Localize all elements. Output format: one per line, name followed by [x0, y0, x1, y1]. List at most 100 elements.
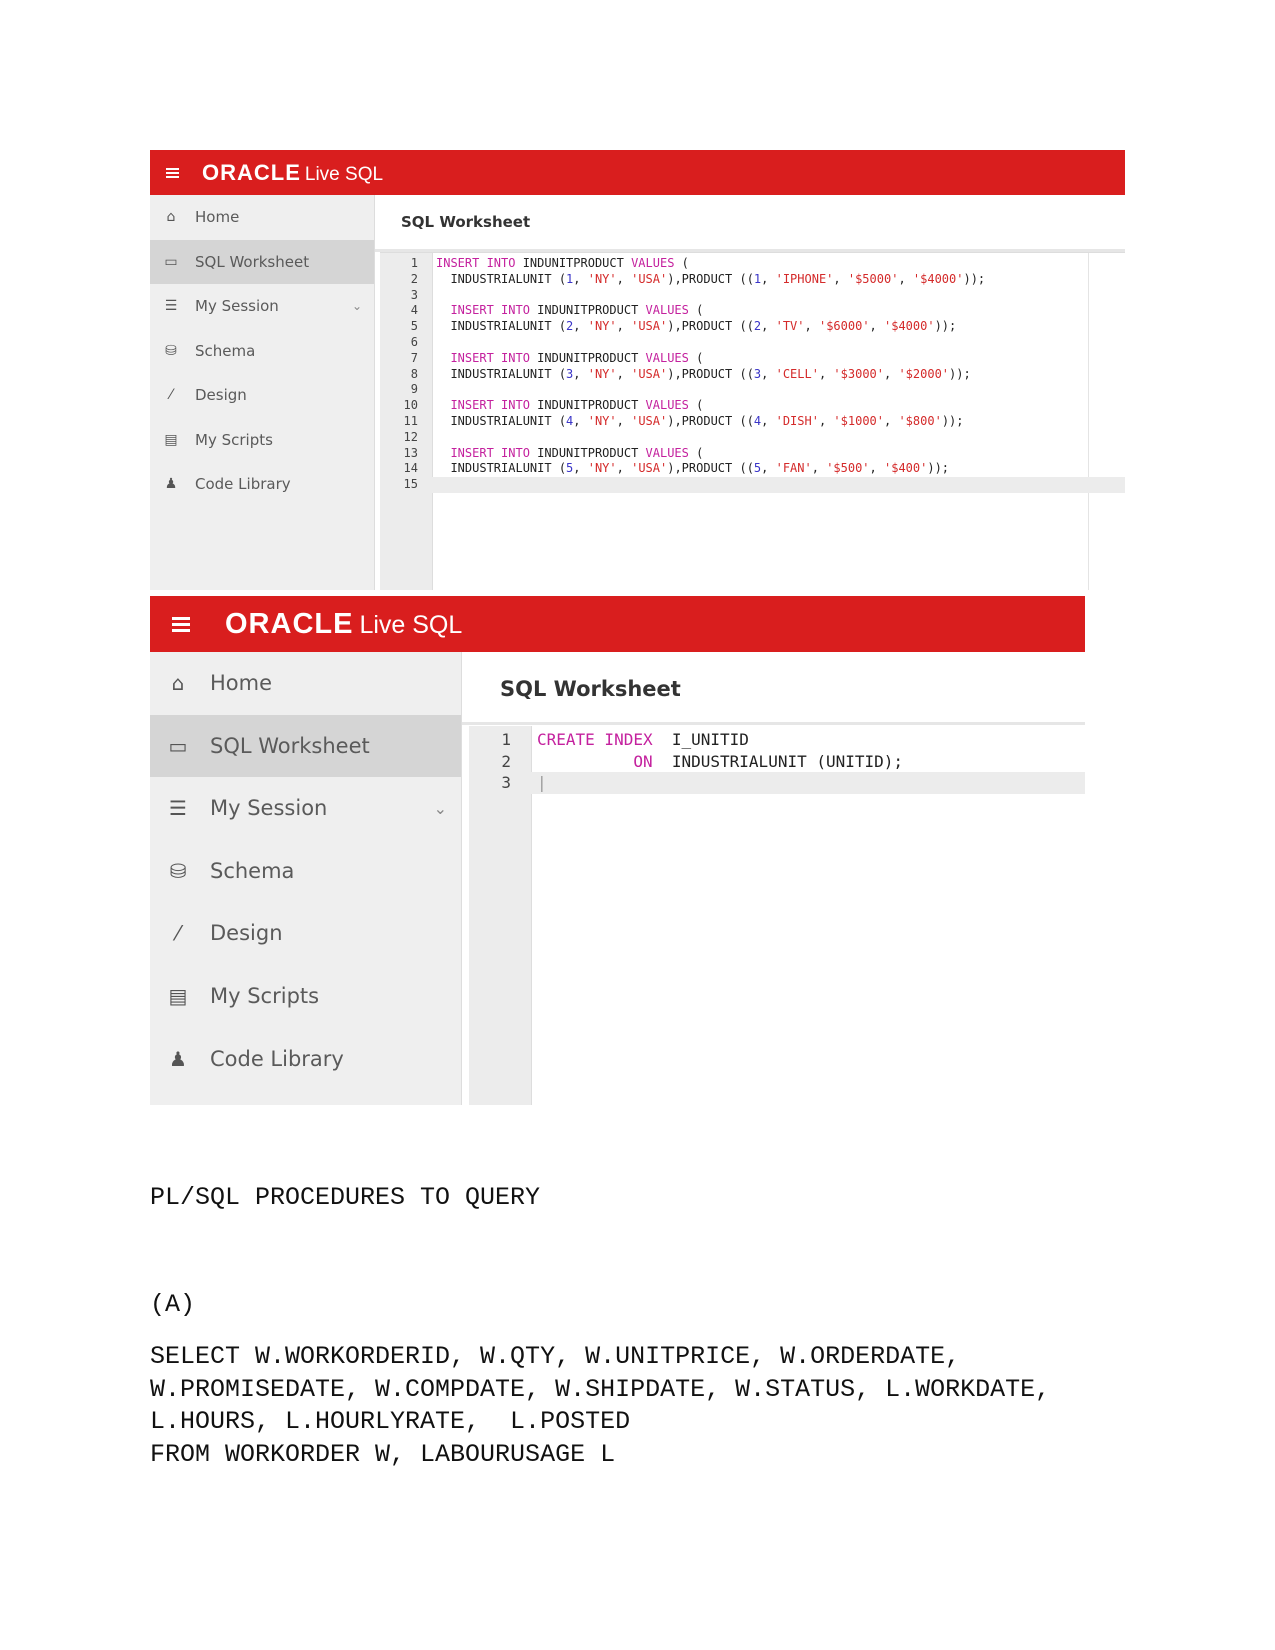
code-token: ),PRODUCT ((	[667, 271, 754, 286]
sidebar-item-home[interactable]: ⌂ Home	[150, 195, 374, 239]
line-number: 1	[501, 730, 511, 749]
sql-editor[interactable]: 1 INSERT INTO INDUNITPRODUCT VALUES (2 IN…	[380, 252, 1125, 590]
code-line: 15	[380, 477, 1125, 493]
line-number: 3	[501, 773, 511, 792]
sidebar-item-label: Home	[210, 671, 273, 695]
code-token: ),PRODUCT ((	[667, 414, 754, 428]
users-icon: ♟	[164, 476, 178, 492]
chevron-down-icon[interactable]: ⌄	[434, 799, 447, 818]
sidebar-item-schema[interactable]: ⛁ Schema	[150, 840, 461, 902]
code-token: INDUSTRIALUNIT (UNITID);	[652, 751, 904, 771]
sidebar-item-my-scripts[interactable]: ▤ My Scripts	[150, 418, 374, 462]
line-number: 12	[403, 429, 418, 444]
code-token: ,	[804, 319, 819, 334]
sidebar-item-code-library[interactable]: ♟ Code Library	[150, 1028, 461, 1090]
sidebar-item-sql-worksheet[interactable]: ▭ SQL Worksheet	[150, 714, 461, 777]
home-icon: ⌂	[166, 209, 176, 225]
sql-line: SELECT W.WORKORDERID, W.QTY, W.UNITPRICE…	[150, 1342, 961, 1371]
database-icon: ⛁	[165, 342, 177, 359]
code-token: INDUNITPRODUCT	[529, 398, 646, 413]
sidebar-item-design[interactable]: ⁄ Design	[150, 902, 461, 964]
code-token: INSERT INTO	[436, 256, 516, 270]
line-number: 2	[410, 271, 418, 286]
line-number: 7	[410, 350, 418, 365]
code-token: ,	[833, 271, 848, 286]
code-line: 13 INSERT INTO INDUNITPRODUCT VALUES (	[380, 446, 1125, 462]
logo-text: ORACLE	[225, 607, 354, 640]
sidebar-item-my-session[interactable]: ☰ My Session ⌄	[150, 284, 374, 328]
code-text: |	[537, 772, 547, 794]
sidebar-item-schema[interactable]: ⛁ Schema	[150, 329, 374, 373]
code-token: 'USA'	[631, 319, 668, 334]
line-number: 2	[501, 751, 511, 771]
code-token: (	[688, 303, 704, 318]
code-token: ,	[573, 366, 588, 381]
code-token: ));	[941, 414, 964, 428]
code-token: ,	[573, 461, 588, 476]
document-icon: ▤	[168, 984, 188, 1008]
code-token: ,	[573, 414, 588, 428]
code-token: '$1000'	[833, 414, 884, 428]
oracle-logo: ORACLE Live SQL	[225, 608, 462, 641]
chevron-down-icon[interactable]: ⌄	[352, 299, 362, 313]
code-text: ON INDUSTRIALUNIT (UNITID);	[537, 751, 903, 773]
code-token: VALUES	[645, 350, 689, 365]
code-token: '$4000'	[884, 319, 935, 334]
list-icon: ☰	[164, 298, 178, 314]
code-token: ,	[818, 414, 834, 428]
code-token: ,	[898, 271, 913, 286]
sidebar-item-home[interactable]: ⌂ Home	[150, 652, 461, 714]
sidebar-item-label: SQL Worksheet	[210, 733, 370, 758]
code-token: ));	[934, 319, 957, 334]
code-text: INSERT INTO INDUNITPRODUCT VALUES (	[436, 351, 703, 367]
hamburger-menu-icon[interactable]	[166, 166, 179, 180]
section-heading: PL/SQL PROCEDURES TO QUERY	[150, 1183, 541, 1212]
line-number: 4	[410, 303, 418, 318]
sidebar-item-my-session[interactable]: ☰ My Session ⌄	[150, 777, 461, 839]
code-token: INDUNITPRODUCT	[529, 445, 646, 460]
code-token: 'NY'	[587, 319, 617, 334]
sidebar-item-label: Schema	[195, 341, 256, 360]
code-token: INDUNITPRODUCT	[529, 303, 646, 318]
code-text: INSERT INTO INDUNITPRODUCT VALUES (	[436, 303, 703, 319]
code-token: ,	[761, 461, 776, 476]
code-token: ,	[761, 271, 776, 286]
code-token: INDUSTRIALUNIT (	[436, 319, 567, 334]
database-icon: ⛁	[169, 858, 187, 883]
code-token: ON	[633, 751, 653, 771]
sidebar-item-design[interactable]: ⁄ Design	[150, 373, 374, 417]
hamburger-menu-icon[interactable]	[172, 614, 190, 635]
code-token: 'FAN'	[775, 461, 812, 476]
code-line: 6	[380, 335, 1125, 351]
code-token: ));	[949, 366, 971, 381]
line-number: 15	[403, 477, 418, 492]
code-token: 'TV'	[775, 319, 805, 334]
code-token: '$800'	[898, 414, 942, 428]
line-number: 1	[410, 256, 418, 270]
code-token: ),PRODUCT ((	[667, 366, 754, 381]
sql-editor[interactable]: 1 CREATE INDEX I_UNITID 2 ON INDUSTRIALUNI…	[469, 726, 1085, 1105]
code-token: INDUSTRIALUNIT (	[436, 461, 567, 476]
sql-line: FROM WORKORDER W, LABOURUSAGE L	[150, 1440, 616, 1469]
sidebar-item-sql-worksheet[interactable]: ▭ SQL Worksheet	[150, 239, 374, 284]
code-line: 2 INDUSTRIALUNIT (1, 'NY', 'USA'),PRODUC…	[380, 272, 1125, 288]
code-token: VALUES	[645, 398, 689, 413]
code-line: 4 INSERT INTO INDUNITPRODUCT VALUES (	[380, 303, 1125, 319]
code-token: ,	[761, 366, 776, 381]
document-icon: ▤	[164, 431, 178, 448]
sidebar-item-code-library[interactable]: ♟ Code Library	[150, 462, 374, 506]
sidebar-item-my-scripts[interactable]: ▤ My Scripts	[150, 965, 461, 1027]
code-token: INSERT INTO	[450, 303, 530, 318]
code-token: (	[688, 350, 704, 365]
code-token: '$4000'	[912, 271, 964, 286]
wand-icon: ⁄	[169, 387, 173, 403]
sidebar-item-label: Schema	[210, 858, 295, 883]
code-token: 'USA'	[631, 461, 668, 476]
code-token: 'NY'	[587, 414, 617, 428]
code-token: ,	[573, 319, 588, 334]
code-token: '$400'	[884, 461, 928, 476]
sidebar-item-label: My Session	[210, 796, 328, 821]
logo-suffix: Live SQL	[304, 163, 384, 185]
line-number: 14	[403, 461, 418, 476]
